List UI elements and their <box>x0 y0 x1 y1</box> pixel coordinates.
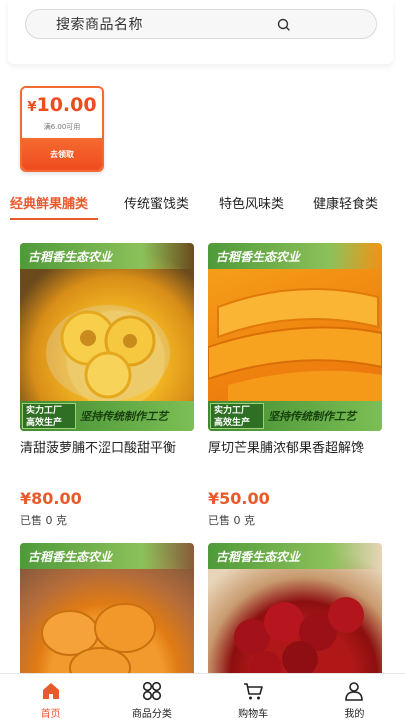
product-image-mango[interactable]: 古稻香生态农业 实力工厂 高效生产 坚持传统制作工艺 <box>208 243 382 431</box>
mango-slices-illustration <box>208 288 382 403</box>
factory-tag: 实力工厂 高效生产 <box>210 403 264 429</box>
cherry-illustration <box>234 597 364 677</box>
product-banner: 古稻香生态农业 <box>208 543 382 569</box>
tab-traditional-candied[interactable]: 传统蜜饯类 <box>124 193 189 212</box>
nav-label: 首页 <box>40 709 61 720</box>
nav-label: 我的 <box>344 709 365 720</box>
search-icon[interactable] <box>276 17 292 33</box>
product-footer: 实力工厂 高效生产 坚持传统制作工艺 <box>20 401 194 431</box>
coupon-condition: 满6.00可用 <box>43 123 81 131</box>
nav-category[interactable]: 商品分类 <box>101 674 202 720</box>
coupon-top: ¥10.00 满6.00可用 <box>22 88 102 138</box>
tab-special-flavor[interactable]: 特色风味类 <box>219 193 284 212</box>
nav-label: 商品分类 <box>131 709 172 720</box>
apricot-illustration <box>41 603 156 683</box>
factory-tag: 实力工厂 高效生产 <box>22 403 76 429</box>
coupon-card[interactable]: ¥10.00 满6.00可用 去领取 <box>20 86 104 172</box>
product-price: ¥50.00 <box>208 489 270 508</box>
product-sold: 已售 0 克 <box>20 514 67 527</box>
product-card[interactable]: 古稻香生态农业 实力工厂 高效生产 坚持传统制作工艺 厚切芒果脯浓郁果香超解馋 ¥… <box>208 243 382 528</box>
search-input[interactable]: 搜索商品名称 <box>25 9 377 39</box>
user-icon <box>345 682 364 701</box>
nav-cart[interactable]: 购物车 <box>203 674 304 720</box>
product-title[interactable]: 厚切芒果脯浓郁果香超解馋 <box>208 439 382 481</box>
category-grid-icon <box>142 681 161 701</box>
page: 搜索商品名称 ¥10.00 满6.00可用 去领取 经典鲜果脯类 传统蜜饯类 特… <box>0 0 405 720</box>
coupon-claim-button[interactable]: 去领取 <box>22 138 102 170</box>
search-placeholder: 搜索商品名称 <box>56 17 143 33</box>
bottom-navigation: 首页 商品分类 购物车 我的 <box>0 673 405 720</box>
nav-mine[interactable]: 我的 <box>304 674 405 720</box>
cart-icon <box>244 683 263 700</box>
product-sold: 已售 0 克 <box>208 514 255 527</box>
active-tab-indicator <box>10 218 98 220</box>
category-tabs: 经典鲜果脯类 传统蜜饯类 特色风味类 健康轻食类 <box>0 193 405 221</box>
slogan: 坚持传统制作工艺 <box>80 410 168 423</box>
product-banner: 古稻香生态农业 <box>208 243 382 269</box>
product-banner: 古稻香生态农业 <box>20 243 194 269</box>
product-banner: 古稻香生态农业 <box>20 543 194 569</box>
search-header: 搜索商品名称 <box>8 0 393 64</box>
pineapple-rings-illustration <box>46 305 170 401</box>
nav-label: 购物车 <box>238 709 269 720</box>
slogan: 坚持传统制作工艺 <box>268 410 356 423</box>
product-price: ¥80.00 <box>20 489 82 508</box>
nav-home[interactable]: 首页 <box>0 674 101 720</box>
product-card[interactable]: 古稻香生态农业 实力工厂 高效生产 坚持传统制作工艺 清甜菠萝脯不涩口酸甜平衡 ¥… <box>20 243 194 528</box>
product-title[interactable]: 清甜菠萝脯不涩口酸甜平衡 <box>20 439 194 481</box>
product-footer: 实力工厂 高效生产 坚持传统制作工艺 <box>208 401 382 431</box>
tab-healthy-snack[interactable]: 健康轻食类 <box>313 193 378 212</box>
product-image-pineapple[interactable]: 古稻香生态农业 实力工厂 高效生产 坚持传统制作工艺 <box>20 243 194 431</box>
coupon-amount: ¥10.00 <box>27 94 97 116</box>
home-icon <box>42 683 59 699</box>
tab-classic-fruit[interactable]: 经典鲜果脯类 <box>10 193 88 212</box>
